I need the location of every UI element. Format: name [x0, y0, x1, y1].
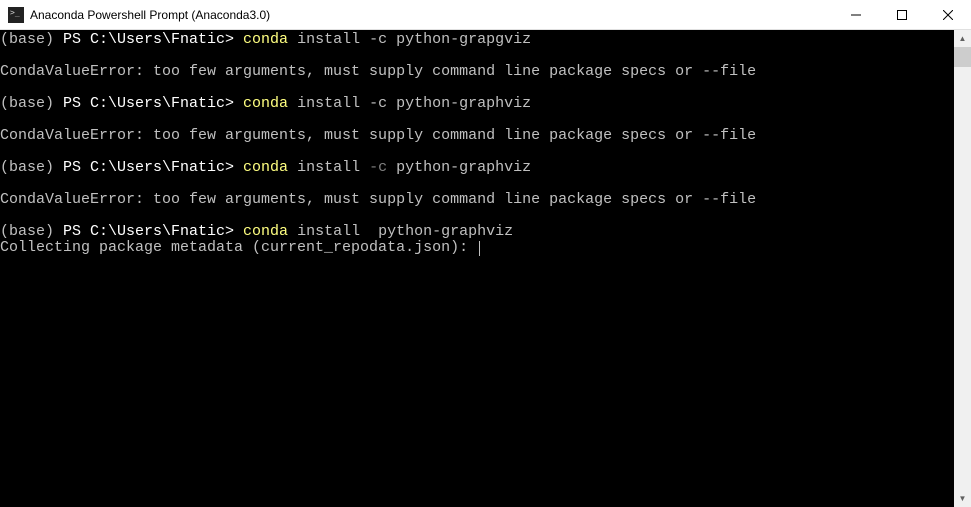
scroll-down-button[interactable]: ▼ — [954, 490, 971, 507]
titlebar: Anaconda Powershell Prompt (Anaconda3.0) — [0, 0, 971, 30]
prompt-path: PS C:\Users\Fnatic> — [63, 95, 243, 112]
status-line: Collecting package metadata (current_rep… — [0, 239, 477, 256]
window-controls — [833, 0, 971, 29]
close-button[interactable] — [925, 0, 971, 29]
cmd-rest: install -c python-graphviz — [288, 95, 531, 112]
prompt-env: (base) — [0, 223, 63, 240]
cmd-rest: install -c python-grapgviz — [288, 31, 531, 48]
prompt-path: PS C:\Users\Fnatic> — [63, 159, 243, 176]
scrollbar[interactable]: ▲ ▼ — [954, 30, 971, 507]
error-line: CondaValueError: too few arguments, must… — [0, 127, 756, 144]
cmd-rest: install python-graphviz — [288, 223, 513, 240]
error-line: CondaValueError: too few arguments, must… — [0, 191, 756, 208]
cmd-dim: -c — [369, 159, 387, 176]
cmd-rest: python-graphviz — [387, 159, 531, 176]
scroll-up-button[interactable]: ▲ — [954, 30, 971, 47]
cmd-rest: install — [288, 159, 369, 176]
prompt-path: PS C:\Users\Fnatic> — [63, 31, 243, 48]
cmd-word: conda — [243, 223, 288, 240]
prompt-env: (base) — [0, 31, 63, 48]
cmd-word: conda — [243, 95, 288, 112]
cursor — [479, 241, 480, 256]
maximize-button[interactable] — [879, 0, 925, 29]
prompt-env: (base) — [0, 95, 63, 112]
cmd-word: conda — [243, 159, 288, 176]
error-line: CondaValueError: too few arguments, must… — [0, 63, 756, 80]
prompt-path: PS C:\Users\Fnatic> — [63, 223, 243, 240]
terminal[interactable]: (base) PS C:\Users\Fnatic> conda install… — [0, 30, 954, 507]
prompt-env: (base) — [0, 159, 63, 176]
app-icon — [8, 7, 24, 23]
cmd-word: conda — [243, 31, 288, 48]
scroll-thumb[interactable] — [954, 47, 971, 67]
window-title: Anaconda Powershell Prompt (Anaconda3.0) — [30, 8, 833, 22]
terminal-area: (base) PS C:\Users\Fnatic> conda install… — [0, 30, 971, 507]
minimize-button[interactable] — [833, 0, 879, 29]
